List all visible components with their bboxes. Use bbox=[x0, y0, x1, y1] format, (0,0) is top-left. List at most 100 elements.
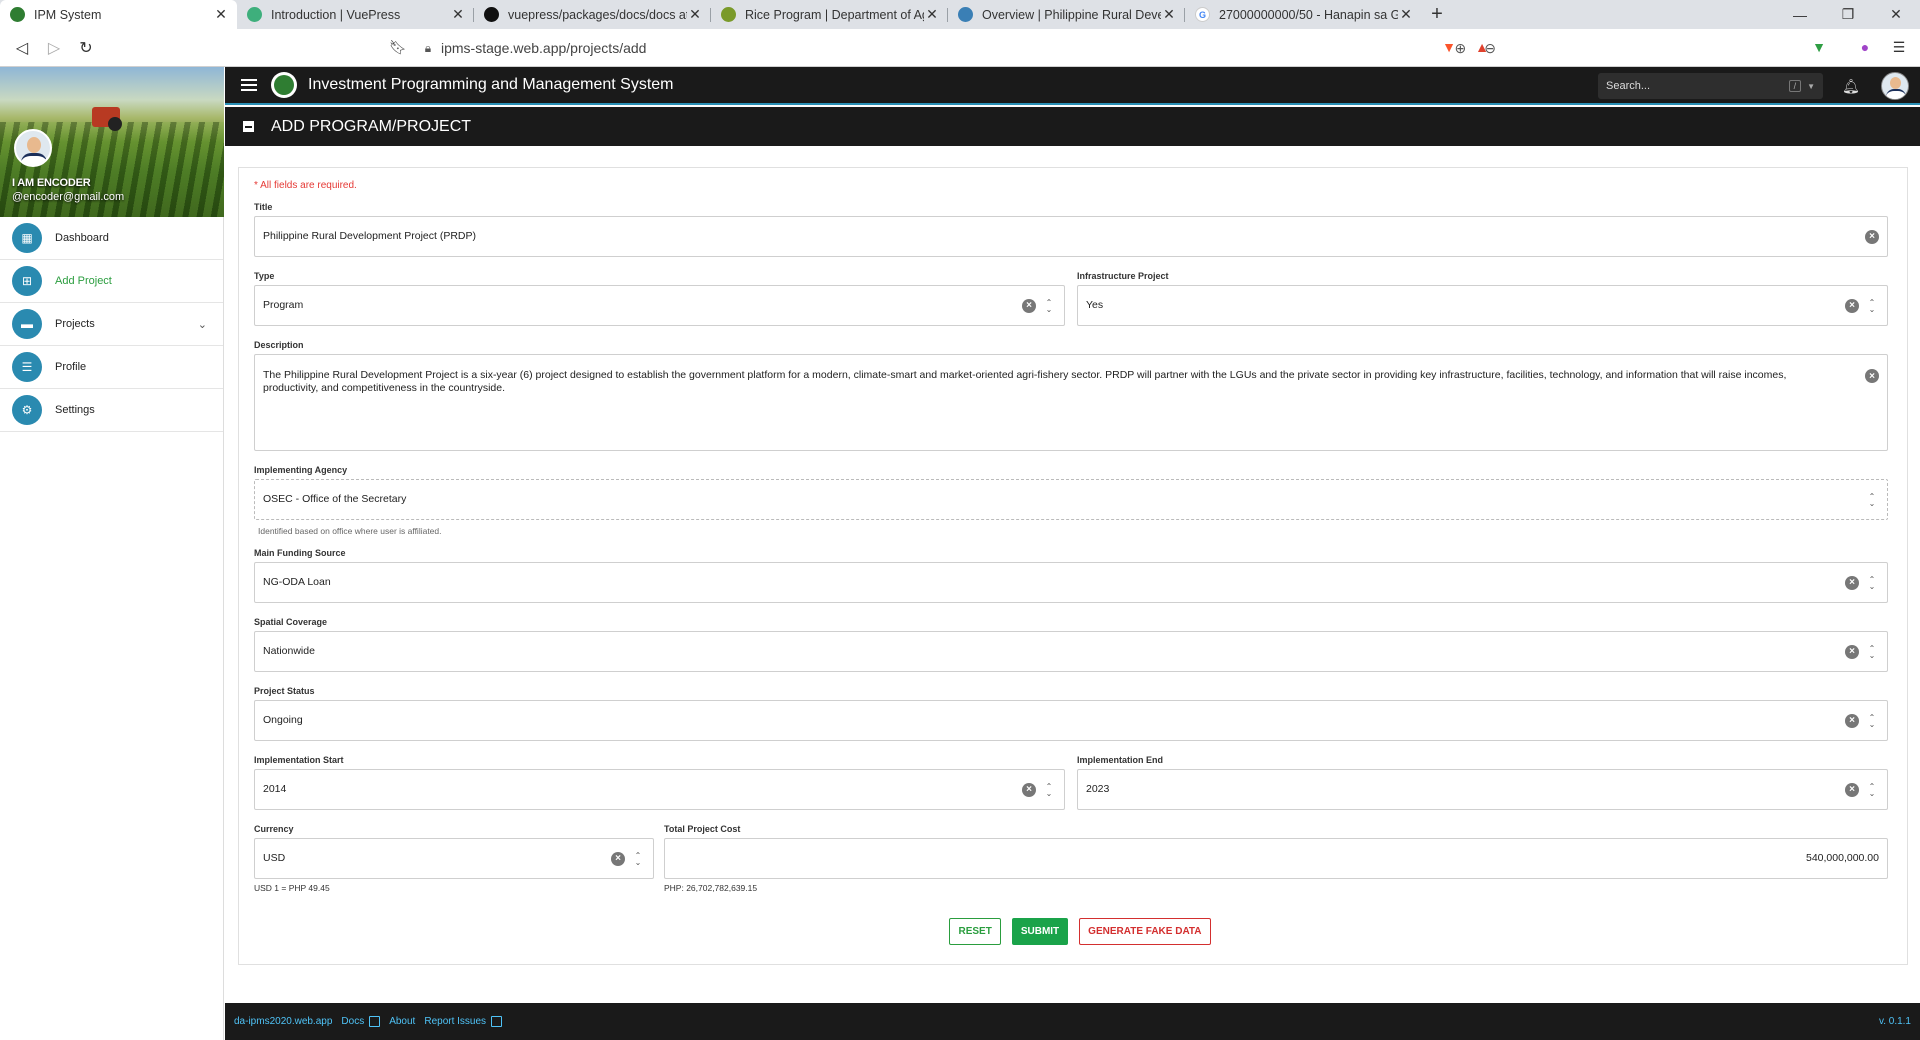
minimize-icon[interactable]: — bbox=[1776, 0, 1824, 29]
updown-icon[interactable]: ⌃ ⌄ bbox=[1865, 492, 1879, 507]
browser-tab[interactable]: Introduction | VuePress ✕ bbox=[237, 0, 474, 29]
sidebar-item-projects[interactable]: ▬ Projects ⌄ bbox=[0, 303, 223, 346]
close-tab-icon[interactable]: ✕ bbox=[687, 6, 703, 23]
updown-icon[interactable]: ⌃ ⌄ bbox=[1042, 298, 1056, 313]
title-input[interactable]: Philippine Rural Development Project (PR… bbox=[254, 216, 1888, 257]
account-avatar[interactable] bbox=[1881, 72, 1909, 100]
collapse-icon[interactable] bbox=[243, 121, 254, 132]
infrastructure-field: Infrastructure Project Yes × ⌃ ⌄ bbox=[1077, 271, 1888, 326]
impl-end-select[interactable]: 2023 × ⌃ ⌄ bbox=[1077, 769, 1888, 810]
browser-toolbar: ◁ ▷ ↻ 🔖︎ 🔒︎ ipms-stage.web.app/projects/… bbox=[0, 29, 1920, 67]
restore-icon[interactable]: ❐ bbox=[1824, 0, 1872, 29]
field-label: Implementation Start bbox=[254, 755, 344, 765]
agency-select[interactable]: OSEC - Office of the Secretary ⌃ ⌄ bbox=[254, 479, 1888, 520]
generate-fake-data-button[interactable]: GENERATE FAKE DATA bbox=[1079, 918, 1211, 945]
spatial-select[interactable]: Nationwide × ⌃ ⌄ bbox=[254, 631, 1888, 672]
field-label: Currency bbox=[254, 824, 294, 834]
updown-icon[interactable]: ⌃ ⌄ bbox=[631, 851, 645, 866]
vue-devtools-icon[interactable]: ▼ bbox=[1807, 35, 1831, 59]
clear-icon[interactable]: × bbox=[1845, 644, 1859, 659]
chevron-down-icon[interactable]: ⌄ bbox=[198, 318, 207, 331]
tab-title: Rice Program | Department of Agr bbox=[745, 7, 924, 22]
reload-icon[interactable]: ↻ bbox=[70, 32, 102, 64]
exchange-rate-hint: USD 1 = PHP 49.45 bbox=[254, 883, 330, 893]
submit-button[interactable]: SUBMIT bbox=[1011, 918, 1069, 945]
clear-icon[interactable]: × bbox=[1022, 298, 1036, 313]
browser-tab[interactable]: Rice Program | Department of Agr ✕ bbox=[711, 0, 948, 29]
field-label: Type bbox=[254, 271, 275, 281]
close-tab-icon[interactable]: ✕ bbox=[1398, 6, 1414, 23]
bookmark-icon[interactable]: 🔖︎ bbox=[386, 35, 410, 59]
user-avatar[interactable] bbox=[14, 129, 52, 167]
browser-menu-icon[interactable]: ☰ bbox=[1887, 35, 1911, 59]
url-text[interactable]: ipms-stage.web.app/projects/add bbox=[441, 40, 1455, 56]
description-textarea[interactable]: The Philippine Rural Development Project… bbox=[254, 354, 1888, 451]
page-title: ADD PROGRAM/PROJECT bbox=[271, 117, 472, 135]
hamburger-menu-icon[interactable] bbox=[241, 76, 257, 94]
updown-icon[interactable]: ⌃ ⌄ bbox=[1042, 782, 1056, 797]
total-cost-input[interactable]: 540,000,000.00 bbox=[664, 838, 1888, 879]
tab-title: Introduction | VuePress bbox=[271, 7, 401, 22]
status-select[interactable]: Ongoing × ⌃ ⌄ bbox=[254, 700, 1888, 741]
close-tab-icon[interactable]: ✕ bbox=[450, 6, 466, 23]
footer-about-link[interactable]: About bbox=[389, 1016, 415, 1027]
funding-select[interactable]: NG-ODA Loan × ⌃ ⌄ bbox=[254, 562, 1888, 603]
footer-report-link[interactable]: Report Issues bbox=[424, 1016, 503, 1027]
close-tab-icon[interactable]: ✕ bbox=[924, 6, 940, 23]
updown-icon[interactable]: ⌃ ⌄ bbox=[1865, 713, 1879, 728]
reset-button[interactable]: RESET bbox=[949, 918, 1001, 945]
clear-icon[interactable]: × bbox=[1865, 229, 1879, 244]
back-arrow-icon[interactable]: ◁ bbox=[6, 32, 38, 64]
caret-down-icon[interactable]: ▼ bbox=[1807, 82, 1815, 91]
sidebar-item-add-project[interactable]: ⊞ Add Project bbox=[0, 260, 223, 303]
type-select[interactable]: Program × ⌃ ⌄ bbox=[254, 285, 1065, 326]
forward-arrow-icon[interactable]: ▷ bbox=[38, 32, 70, 64]
currency-select[interactable]: USD × ⌃ ⌄ bbox=[254, 838, 654, 879]
infrastructure-select[interactable]: Yes × ⌃ ⌄ bbox=[1077, 285, 1888, 326]
footer-site-link[interactable]: da-ipms2020.web.app bbox=[234, 1016, 332, 1027]
app-version: v. 0.1.1 bbox=[1878, 1016, 1911, 1027]
brave-shield-icon[interactable]: ▼ bbox=[1437, 35, 1461, 59]
google-favicon-icon: G bbox=[1195, 7, 1210, 22]
impl-start-select[interactable]: 2014 × ⌃ ⌄ bbox=[254, 769, 1065, 810]
updown-icon[interactable]: ⌃ ⌄ bbox=[1865, 782, 1879, 797]
php-equivalent-hint: PHP: 26,702,782,639.15 bbox=[664, 883, 758, 893]
browser-tab[interactable]: Overview | Philippine Rural Develo ✕ bbox=[948, 0, 1185, 29]
clear-icon[interactable]: × bbox=[1022, 782, 1036, 797]
clear-icon[interactable]: × bbox=[611, 851, 625, 866]
close-tab-icon[interactable]: ✕ bbox=[213, 6, 229, 23]
app-logo bbox=[271, 72, 297, 98]
close-tab-icon[interactable]: ✕ bbox=[1161, 6, 1177, 23]
clear-icon[interactable]: × bbox=[1845, 713, 1859, 728]
field-label: Spatial Coverage bbox=[254, 617, 328, 627]
clear-icon[interactable]: × bbox=[1845, 575, 1859, 590]
user-email: @encoder@gmail.com bbox=[12, 191, 125, 203]
updown-icon[interactable]: ⌃ ⌄ bbox=[1865, 644, 1879, 659]
sidebar-item-dashboard[interactable]: ▦ Dashboard bbox=[0, 217, 223, 260]
updown-icon[interactable]: ⌃ ⌄ bbox=[1865, 575, 1879, 590]
brave-rewards-icon[interactable]: ▲ bbox=[1470, 35, 1494, 59]
profile-extension-icon[interactable]: ● bbox=[1853, 35, 1877, 59]
address-bar[interactable]: 🔒︎ ipms-stage.web.app/projects/add ⊕ ⊖ bbox=[415, 33, 1500, 63]
da-favicon-icon bbox=[721, 7, 736, 22]
new-tab-button[interactable]: + bbox=[1422, 0, 1452, 29]
clear-icon[interactable]: × bbox=[1845, 298, 1859, 313]
currency-field: Currency USD × ⌃ ⌄ USD 1 = PHP 49.45 bbox=[254, 824, 654, 893]
notification-bell-icon[interactable]: 🔔︎ bbox=[1842, 78, 1860, 95]
close-window-icon[interactable]: ✕ bbox=[1872, 0, 1920, 29]
app-bar: Investment Programming and Management Sy… bbox=[225, 67, 1920, 105]
clear-icon[interactable]: × bbox=[1845, 782, 1859, 797]
browser-tab[interactable]: vuepress/packages/docs/docs at m ✕ bbox=[474, 0, 711, 29]
search-bar[interactable]: / ▼ bbox=[1598, 73, 1823, 99]
browser-tab[interactable]: IPM System ✕ bbox=[0, 0, 237, 29]
tab-title: IPM System bbox=[34, 7, 102, 22]
sidebar-item-settings[interactable]: ⚙ Settings bbox=[0, 389, 223, 432]
footer-docs-link[interactable]: Docs bbox=[341, 1016, 381, 1027]
sidebar-item-profile[interactable]: ☰ Profile bbox=[0, 346, 223, 389]
browser-tab[interactable]: G 27000000000/50 - Hanapin sa Goo ✕ bbox=[1185, 0, 1422, 29]
status-field: Project Status Ongoing × ⌃ ⌄ bbox=[254, 686, 1888, 741]
search-input[interactable] bbox=[1606, 80, 1789, 92]
updown-icon[interactable]: ⌃ ⌄ bbox=[1865, 298, 1879, 313]
clear-icon[interactable]: × bbox=[1865, 369, 1879, 383]
impl-end-field: Implementation End 2023 × ⌃ ⌄ bbox=[1077, 755, 1888, 810]
